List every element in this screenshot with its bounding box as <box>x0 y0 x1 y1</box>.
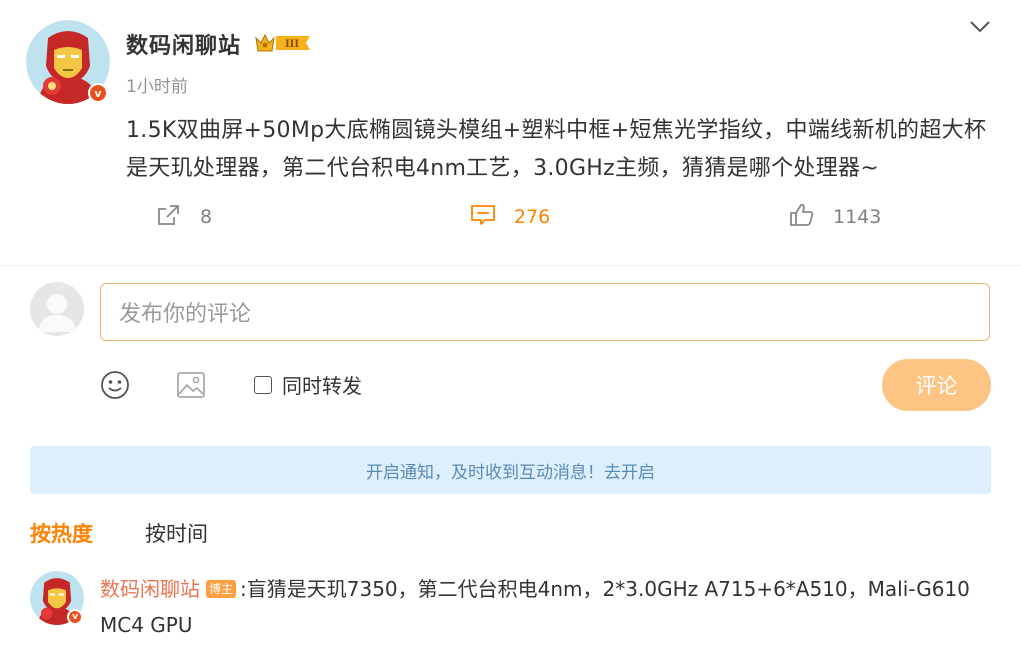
comment-icon <box>470 203 496 232</box>
comment-input[interactable]: 发布你的评论 <box>100 283 990 341</box>
reply-verified-badge: v <box>67 609 83 625</box>
share-count: 8 <box>200 206 213 228</box>
like-icon <box>789 202 815 233</box>
divider <box>0 265 1021 266</box>
chevron-down-icon[interactable] <box>968 18 992 38</box>
share-button[interactable]: 8 <box>156 200 212 234</box>
reply-item: 数码闲聊站 博主:盲猜是天玑7350，第二代台积电4nm，2*3.0GHz A71… <box>100 571 970 643</box>
post-content: 1.5K双曲屏+50Mp大底椭圆镜头模组+塑料中框+短焦光学指纹，中端线新机的超… <box>126 118 987 181</box>
default-avatar <box>30 282 84 336</box>
image-icon[interactable] <box>176 371 206 403</box>
tab-sort-hot[interactable]: 按热度 <box>30 518 93 548</box>
comment-count: 276 <box>514 206 551 228</box>
comment-button[interactable]: 276 <box>470 200 550 234</box>
reply-author-name[interactable]: 数码闲聊站 <box>100 577 200 601</box>
default-avatar-icon <box>30 282 84 336</box>
sync-repost-toggle[interactable]: 同时转发 <box>254 370 362 399</box>
sync-repost-label: 同时转发 <box>282 374 362 398</box>
submit-comment-button[interactable]: 评论 <box>882 359 991 411</box>
level-badge-label: III <box>285 39 299 50</box>
tab-sort-time[interactable]: 按时间 <box>145 518 208 548</box>
emoji-icon[interactable] <box>100 370 130 404</box>
comment-input-placeholder: 发布你的评论 <box>119 302 252 327</box>
sync-repost-checkbox[interactable] <box>254 375 272 394</box>
share-icon <box>156 203 182 232</box>
like-button[interactable]: 1143 <box>789 200 881 234</box>
post-author-name[interactable]: 数码闲聊站 <box>126 28 241 60</box>
crown-level-badge-icon[interactable]: III <box>254 32 314 58</box>
post-time[interactable]: 1小时前 <box>126 72 188 97</box>
like-count: 1143 <box>833 206 882 228</box>
notification-banner[interactable]: 开启通知，及时收到互动消息！去开启 <box>30 446 991 494</box>
blogger-tag: 博主 <box>206 580 237 598</box>
verified-badge: v <box>88 83 108 103</box>
